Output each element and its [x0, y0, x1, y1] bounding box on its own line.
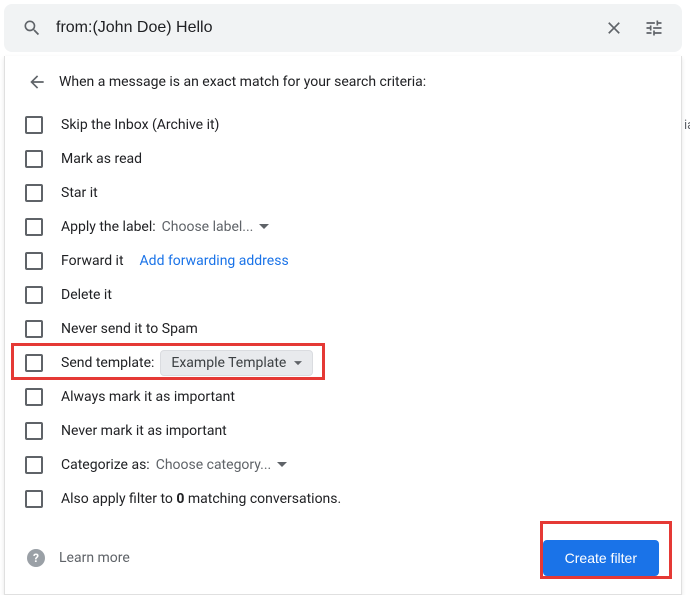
- filter-panel: When a message is an exact match for you…: [4, 56, 682, 595]
- option-also-apply: Also apply filter to 0 matching conversa…: [5, 482, 681, 516]
- label-delete: Delete it: [61, 287, 112, 303]
- learn-more-text: Learn more: [59, 550, 130, 566]
- checkbox-delete[interactable]: [25, 286, 43, 304]
- checkbox-mark-read[interactable]: [25, 150, 43, 168]
- checkbox-apply-label[interactable]: [25, 218, 43, 236]
- option-never-spam: Never send it to Spam: [5, 312, 681, 346]
- also-apply-prefix: Also apply filter to: [61, 491, 176, 507]
- label-skip-inbox: Skip the Inbox (Archive it): [61, 117, 219, 133]
- create-filter-button[interactable]: Create filter: [543, 540, 659, 576]
- back-icon[interactable]: [25, 70, 49, 94]
- checkbox-star[interactable]: [25, 184, 43, 202]
- option-skip-inbox: Skip the Inbox (Archive it): [5, 108, 681, 142]
- dropdown-apply-label[interactable]: Choose label...: [162, 219, 270, 235]
- dropdown-apply-label-value: Choose label...: [162, 219, 254, 235]
- chevron-down-icon: [277, 462, 287, 468]
- label-never-spam: Never send it to Spam: [61, 321, 198, 337]
- option-delete: Delete it: [5, 278, 681, 312]
- label-always-important: Always mark it as important: [61, 389, 235, 405]
- search-options-icon[interactable]: [634, 8, 674, 48]
- label-never-important: Never mark it as important: [61, 423, 227, 439]
- edge-clipped-text: ia: [684, 118, 690, 133]
- checkbox-send-template[interactable]: [25, 354, 43, 372]
- option-forward: Forward it Add forwarding address: [5, 244, 681, 278]
- label-apply-label: Apply the label:: [61, 219, 156, 235]
- checkbox-never-important[interactable]: [25, 422, 43, 440]
- option-apply-label: Apply the label: Choose label...: [5, 210, 681, 244]
- option-send-template: Send template: Example Template: [5, 346, 681, 380]
- search-bar: [4, 4, 682, 52]
- checkbox-forward[interactable]: [25, 252, 43, 270]
- option-categorize: Categorize as: Choose category...: [5, 448, 681, 482]
- option-never-important: Never mark it as important: [5, 414, 681, 448]
- dropdown-send-template[interactable]: Example Template: [160, 350, 313, 376]
- help-icon: ?: [27, 549, 45, 567]
- option-star: Star it: [5, 176, 681, 210]
- dropdown-categorize[interactable]: Choose category...: [156, 457, 288, 473]
- label-mark-read: Mark as read: [61, 151, 142, 167]
- chevron-down-icon: [294, 361, 302, 366]
- option-mark-read: Mark as read: [5, 142, 681, 176]
- chevron-down-icon: [259, 224, 269, 230]
- label-send-template: Send template:: [61, 355, 154, 371]
- learn-more-link[interactable]: ? Learn more: [27, 549, 130, 567]
- option-always-important: Always mark it as important: [5, 380, 681, 414]
- search-icon[interactable]: [12, 8, 52, 48]
- checkbox-never-spam[interactable]: [25, 320, 43, 338]
- checkbox-always-important[interactable]: [25, 388, 43, 406]
- panel-header: When a message is an exact match for you…: [5, 70, 681, 108]
- label-categorize: Categorize as:: [61, 457, 150, 473]
- clear-icon[interactable]: [594, 8, 634, 48]
- checkbox-skip-inbox[interactable]: [25, 116, 43, 134]
- dropdown-categorize-value: Choose category...: [156, 457, 272, 473]
- label-also-apply: Also apply filter to 0 matching conversa…: [61, 491, 341, 507]
- panel-footer: ? Learn more Create filter: [5, 516, 681, 576]
- also-apply-suffix: matching conversations.: [184, 491, 341, 507]
- dropdown-send-template-value: Example Template: [171, 355, 286, 371]
- search-input[interactable]: [52, 19, 594, 37]
- label-star: Star it: [61, 185, 98, 201]
- label-forward: Forward it: [61, 253, 124, 269]
- link-add-forwarding[interactable]: Add forwarding address: [140, 253, 289, 269]
- panel-header-text: When a message is an exact match for you…: [59, 74, 426, 90]
- checkbox-categorize[interactable]: [25, 456, 43, 474]
- checkbox-also-apply[interactable]: [25, 490, 43, 508]
